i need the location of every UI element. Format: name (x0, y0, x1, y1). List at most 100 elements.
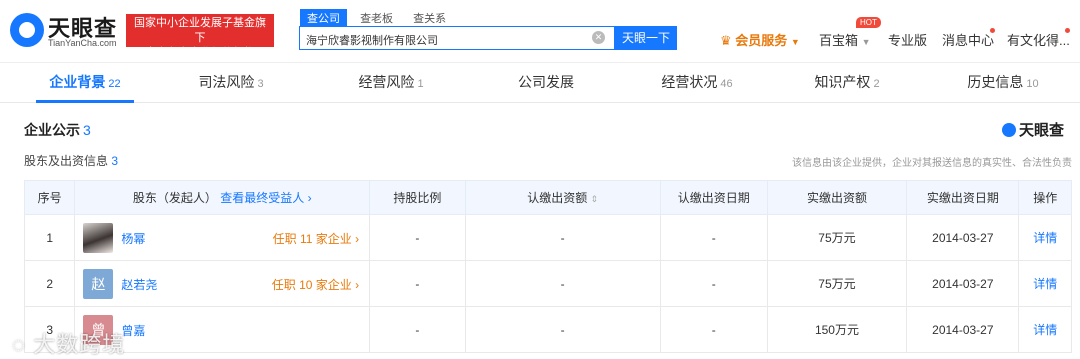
holder-name-link[interactable]: 赵若尧 (121, 276, 157, 293)
search-tab-company[interactable]: 查公司 (300, 9, 347, 27)
message-center-link[interactable]: 消息中心 (942, 30, 994, 49)
col-holder: 股东（发起人） 查看最终受益人 › (74, 180, 371, 215)
company-tabs: 企业背景 22 司法风险 3 经营风险 1 公司发展 经营状况 46 知识产权 2 历史信… (0, 62, 1080, 103)
tab-history[interactable]: 历史信息 10 (926, 63, 1080, 103)
role-count-text: 任职 10 家企业 (271, 278, 352, 292)
table-row: 2 赵 赵若尧 任职 10 家企业 › - - - 75万元 2014-03-2… (23, 260, 1072, 307)
holder-cell: 杨幂 任职 11 家企业 › (74, 214, 371, 261)
tab-label: 司法风险 (198, 74, 255, 90)
search-tab-relation[interactable]: 查关系 (406, 9, 453, 27)
chevron-right-icon: › (355, 232, 360, 246)
logo-domain: TianYanCha.com (48, 38, 117, 48)
watermark-icon: ◌ (12, 332, 27, 357)
search-button[interactable]: 天眼一下 (615, 26, 677, 50)
sort-icon: ⇕ (590, 194, 599, 204)
subscribed-cell: - (464, 214, 661, 261)
badge-line-2: 官方备案企业征信机构 (145, 47, 255, 59)
vip-service-menu[interactable]: ♛ 会员服务 ▼ (720, 30, 800, 49)
tab-count: 2 (873, 78, 880, 90)
baibaoxiang-menu[interactable]: 百宝箱 ▼ (819, 30, 871, 49)
detail-link[interactable]: 详情 (1018, 306, 1072, 353)
ratio-cell: - (369, 214, 466, 261)
paid-cell: 75万元 (766, 260, 908, 307)
watermark-text: 大数跨境 (33, 332, 126, 357)
message-dot (990, 28, 995, 33)
paid-date-cell: 2014-03-27 (906, 214, 1020, 261)
tab-count: 1 (417, 78, 424, 90)
baibaoxiang-label: 百宝箱 (819, 33, 859, 48)
tab-label: 企业背景 (49, 74, 106, 90)
holder-cell: 赵 赵若尧 任职 10 家企业 › (74, 260, 371, 307)
col-subscribed-date: 认缴出资日期 (659, 180, 768, 215)
tab-judicial-risk[interactable]: 司法风险 3 (154, 63, 308, 103)
col-paid-date: 实缴出资日期 (906, 180, 1020, 215)
official-badge: 国家中小企业发展子基金旗下 官方备案企业征信机构 (126, 14, 274, 59)
top-header: 天眼查 TianYanCha.com 国家中小企业发展子基金旗下 官方备案企业征… (0, 0, 1080, 62)
subscribed-cell: - (464, 260, 661, 307)
subscribed-date-cell: - (659, 306, 768, 353)
ratio-cell: - (369, 260, 466, 307)
shareholder-subtitle: 股东及出资信息 3 (24, 152, 118, 169)
brand-mark: 天眼查 (1002, 119, 1064, 140)
subtitle-count: 3 (111, 154, 119, 168)
role-count-link[interactable]: 任职 10 家企业 › (272, 276, 359, 293)
col-holder-label: 股东（发起人） (132, 191, 217, 205)
search-mode-tabs: 查公司 查老板 查关系 (300, 9, 456, 27)
chevron-right-icon: › (355, 278, 360, 292)
subtitle-text: 股东及出资信息 (24, 154, 109, 168)
tab-operation-risk[interactable]: 经营风险 1 (314, 63, 468, 103)
beneficiary-link[interactable]: 查看最终受益人 › (220, 191, 311, 205)
tab-label: 历史信息 (967, 74, 1024, 90)
paid-cell: 75万元 (766, 214, 908, 261)
logo-eye-icon (1002, 123, 1016, 137)
detail-link[interactable]: 详情 (1018, 214, 1072, 261)
brand-text: 天眼查 (1019, 122, 1065, 139)
col-subscribed-label: 认缴出资额 (527, 191, 588, 205)
subscribed-date-cell: - (659, 260, 768, 307)
shareholder-table: 序号 股东（发起人） 查看最终受益人 › 持股比例 认缴出资额 ⇕ 认缴出资日期… (23, 180, 1072, 353)
search-tab-boss[interactable]: 查老板 (353, 9, 400, 27)
paid-date-cell: 2014-03-27 (906, 260, 1020, 307)
logo-eye-icon (10, 13, 44, 47)
tab-operation-status[interactable]: 经营状况 46 (620, 63, 774, 103)
role-count-text: 任职 11 家企业 (272, 232, 352, 246)
user-menu[interactable]: 有文化得... (1007, 30, 1070, 49)
tab-company-development[interactable]: 公司发展 (469, 63, 623, 103)
tab-count: 46 (720, 78, 733, 90)
subscribed-cell: - (464, 306, 661, 353)
tab-label: 经营风险 (358, 74, 415, 90)
subscribed-date-cell: - (659, 214, 768, 261)
col-ratio: 持股比例 (369, 180, 466, 215)
tab-company-background[interactable]: 企业背景 22 (8, 63, 162, 103)
col-index: 序号 (23, 180, 76, 215)
tab-label: 知识产权 (814, 74, 871, 90)
crown-icon: ♛ (720, 33, 732, 48)
row-index: 2 (23, 260, 76, 307)
watermark: ◌ 大数跨境 (12, 327, 125, 359)
badge-line-1: 国家中小企业发展子基金旗下 (134, 17, 266, 44)
caret-down-icon: ▼ (861, 37, 871, 47)
table-row: 3 曾 曾嘉 - - - 150万元 2014-03-27 详情 (23, 306, 1072, 353)
detail-link[interactable]: 详情 (1018, 260, 1072, 307)
role-count-link[interactable]: 任职 11 家企业 › (273, 230, 359, 247)
tab-count: 3 (257, 78, 264, 90)
section-title: 企业公示 3 (24, 120, 91, 140)
holder-name-link[interactable]: 杨幂 (121, 230, 145, 247)
paid-cell: 150万元 (766, 306, 908, 353)
disclaimer: 该信息由该企业提供，企业对其报送信息的真实性、合法性负责 (792, 158, 1072, 169)
avatar[interactable]: 赵 (83, 269, 114, 299)
col-paid: 实缴出资额 (766, 180, 908, 215)
row-index: 1 (23, 214, 76, 261)
tianyancha-logo[interactable]: 天眼查 TianYanCha.com (10, 10, 122, 50)
tab-label: 公司发展 (518, 74, 574, 90)
paid-date-cell: 2014-03-27 (906, 306, 1020, 353)
tab-count: 22 (108, 78, 121, 90)
clear-icon[interactable]: ✕ (592, 31, 605, 44)
pro-version-link[interactable]: 专业版 (888, 30, 927, 49)
table-row: 1 杨幂 任职 11 家企业 › - - - 75万元 2014-03-27 详… (23, 214, 1072, 261)
tab-count: 10 (1026, 78, 1039, 90)
avatar[interactable] (83, 223, 114, 253)
col-subscribed[interactable]: 认缴出资额 ⇕ (464, 180, 661, 215)
tab-intellectual-property[interactable]: 知识产权 2 (770, 63, 924, 103)
search-input[interactable]: 海宁欣睿影视制作有限公司 (299, 26, 615, 50)
